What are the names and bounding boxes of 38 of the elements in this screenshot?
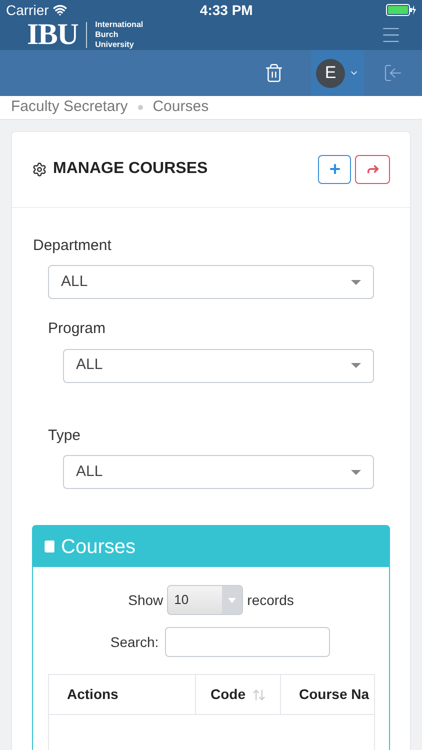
search-label: Search:: [110, 632, 159, 652]
plus-icon: [328, 162, 342, 176]
logo-caption: Burch: [95, 30, 120, 40]
select-field[interactable]: ALL: [48, 265, 374, 299]
caret-icon: [351, 280, 361, 284]
breadcrumb-link[interactable]: Faculty Secretary: [11, 96, 128, 118]
column-header[interactable]: Actions: [49, 675, 196, 715]
logo-caption: International: [95, 20, 144, 30]
select-field[interactable]: ALL: [63, 348, 374, 382]
show-label: Show: [128, 590, 164, 610]
select-field[interactable]: ALL: [63, 455, 374, 489]
sort-icon: [252, 688, 266, 702]
carrier-label: Carrier: [6, 0, 49, 20]
panel-title: Courses: [61, 534, 136, 560]
trash-icon[interactable]: [264, 63, 284, 83]
user-menu[interactable]: E: [311, 50, 364, 96]
column-header[interactable]: Code: [196, 675, 281, 715]
clock: 4:33 PM: [200, 0, 253, 20]
logo-caption: University: [95, 40, 135, 50]
wifi-icon: [52, 3, 67, 17]
logo: IBU: [27, 20, 78, 50]
page-size-select[interactable]: 10: [167, 585, 244, 615]
field-label: Type: [47, 426, 82, 446]
add-button[interactable]: [318, 154, 351, 184]
settings-icon: [32, 162, 47, 176]
battery-icon: [386, 4, 416, 16]
caret-icon: [351, 363, 361, 368]
records-label: records: [247, 590, 294, 610]
field-label: Department: [32, 236, 112, 256]
column-header[interactable]: Course Na: [281, 675, 374, 715]
card-title: MANAGE COURSES: [53, 159, 208, 179]
forward-button[interactable]: [355, 154, 390, 184]
logout-icon[interactable]: [383, 63, 403, 83]
forward-icon: [366, 162, 380, 176]
breadcrumb-current: Courses: [152, 97, 209, 117]
search-field[interactable]: [164, 627, 330, 657]
caret-icon: [351, 470, 361, 474]
field-label: Program: [47, 319, 107, 339]
